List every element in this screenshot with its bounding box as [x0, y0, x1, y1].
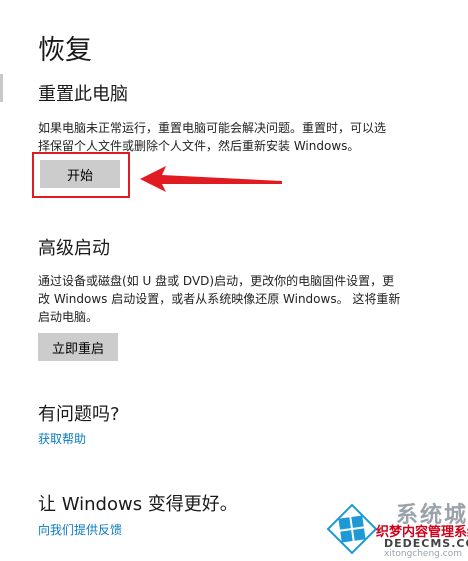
page-title: 恢复: [38, 35, 92, 66]
restart-now-button[interactable]: 立即重启: [38, 333, 118, 361]
windows-logo-icon: [326, 503, 378, 555]
get-help-link[interactable]: 获取帮助: [38, 430, 86, 447]
reset-description-line: 如果电脑未正常运行，重置电脑可能会解决问题。重置时，可以选: [38, 121, 387, 135]
advanced-description: 通过设备或磁盘(如 U 盘或 DVD)启动，更改你的电脑固件设置，更 改 Win…: [38, 272, 463, 326]
arrow-annotation-icon: [140, 166, 282, 192]
advanced-description-line: 启动电脑。: [38, 310, 99, 324]
feedback-section-title: 让 Windows 变得更好。: [38, 494, 238, 515]
advanced-section-title: 高级启动: [38, 238, 110, 259]
watermark-site: xitongcheng.com: [384, 549, 462, 559]
nav-indicator: [0, 74, 3, 102]
feedback-link[interactable]: 向我们提供反馈: [38, 521, 122, 538]
watermark: 系统城 织梦内容管理系统 DEDECMS.COM xitongcheng.com: [322, 503, 468, 561]
reset-description: 如果电脑未正常运行，重置电脑可能会解决问题。重置时，可以选 择保留个人文件或删除…: [38, 119, 458, 155]
highlight-box: [32, 152, 130, 198]
advanced-description-line: 通过设备或磁盘(如 U 盘或 DVD)启动，更改你的电脑固件设置，更: [38, 274, 395, 288]
advanced-description-line: 改 Windows 启动设置，或者从系统映像还原 Windows。 这将重新: [38, 292, 401, 306]
reset-section-title: 重置此电脑: [38, 84, 128, 105]
help-section-title: 有问题吗?: [38, 404, 120, 425]
